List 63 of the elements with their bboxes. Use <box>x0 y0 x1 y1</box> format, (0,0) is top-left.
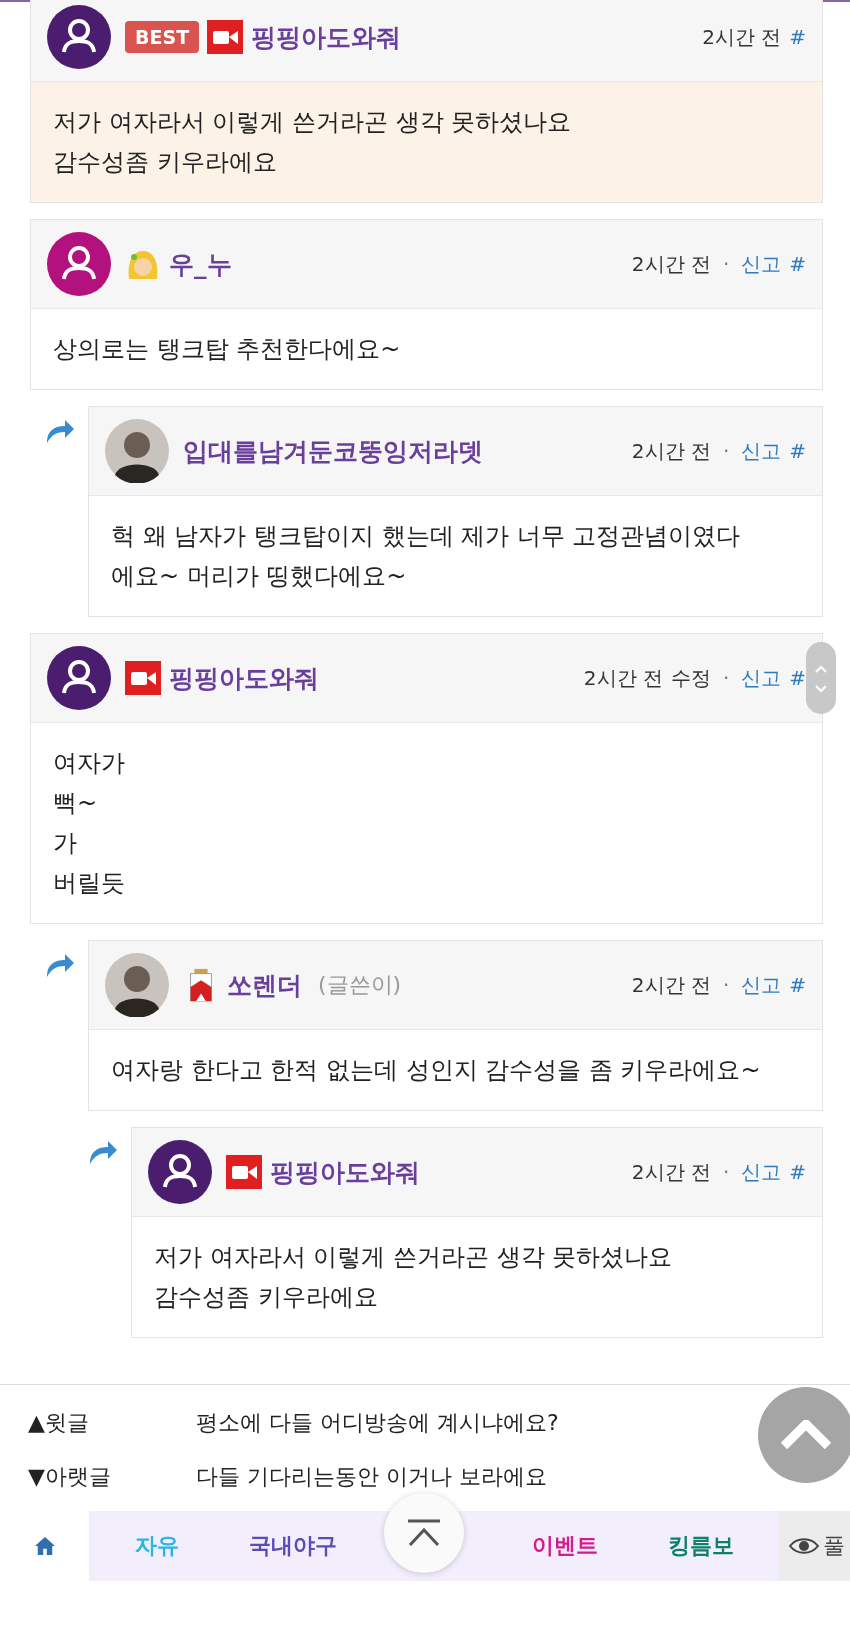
post-nav-label: ▲윗글 <box>28 1409 90 1437</box>
category-tab[interactable]: 이벤트 <box>497 1531 633 1561</box>
eye-icon <box>789 1536 819 1556</box>
username[interactable]: 우_누 <box>169 247 232 281</box>
username[interactable]: 핑핑아도와줘 <box>169 661 319 695</box>
username[interactable]: 입대를남겨둔코뚱잉저라뎃 <box>183 434 483 468</box>
comment-text: 저가 여자라서 이렇게 쓴거라곤 생각 못하셨나요 <box>53 107 573 138</box>
separator-dot: · <box>721 666 731 690</box>
edit-link[interactable]: 수정 <box>670 664 711 692</box>
username[interactable]: 핑핑아도와줘 <box>270 1155 420 1189</box>
anchor-link[interactable]: # <box>789 666 806 690</box>
comment-text: 저가 여자라서 이렇게 쓴거라곤 생각 못하셨나요 <box>154 1242 674 1273</box>
timestamp: 2시간 전 <box>702 23 782 51</box>
home-icon <box>33 1536 56 1556</box>
report-link[interactable]: 신고 <box>741 437 782 465</box>
comment-text: 버릴듯 <box>53 868 126 899</box>
best-badge: BEST <box>125 21 200 53</box>
chevron-up-icon <box>780 1420 832 1450</box>
username[interactable]: 쏘렌더 <box>227 968 302 1002</box>
comment-text: 여자가 <box>53 748 126 779</box>
timestamp: 2시간 전 <box>631 1158 711 1186</box>
post-title-link[interactable]: 다들 기다리는동안 이거나 보라에요 <box>196 1459 547 1495</box>
timestamp: 2시간 전 <box>583 664 663 692</box>
comment-text: 여자랑 한다고 한적 없는데 성인지 감수성을 좀 키우라에요~ <box>111 1055 762 1086</box>
timestamp: 2시간 전 <box>631 250 711 278</box>
anchor-link[interactable]: # <box>789 25 806 49</box>
post-nav-label: ▼아랫글 <box>28 1463 112 1491</box>
avatar-icon <box>105 953 169 1017</box>
comment-text: 헉 왜 남자가 탱크탑이지 했는데 제가 너무 고정관념이였다 <box>111 521 742 552</box>
category-tab[interactable]: 국내야구 <box>225 1531 361 1561</box>
video-camera-icon <box>207 20 244 54</box>
report-link[interactable]: 신고 <box>741 971 782 999</box>
comment-text: 상의로는 탱크탑 추천한다에요~ <box>53 334 402 365</box>
separator-dot: · <box>721 439 731 463</box>
anchor-link[interactable]: # <box>789 439 806 463</box>
reply-arrow-icon <box>45 418 75 444</box>
more-tab-label: 풀 <box>823 1532 845 1560</box>
separator-dot: · <box>721 252 731 276</box>
comment-text: 감수성좀 키우라에요 <box>154 1282 379 1313</box>
video-camera-icon <box>226 1155 262 1189</box>
comment-text: 가 <box>53 828 78 859</box>
video-camera-icon <box>125 661 161 695</box>
scroll-handle[interactable] <box>806 642 836 714</box>
anchor-link[interactable]: # <box>789 252 806 276</box>
reply-arrow-icon <box>45 952 75 978</box>
anchor-link[interactable]: # <box>789 1160 806 1184</box>
separator-dot: · <box>721 1160 731 1184</box>
username[interactable]: 핑핑아도와줘 <box>251 20 402 54</box>
avatar-icon <box>105 419 169 483</box>
comment-text: 에요~ 머리가 띵했다에요~ <box>111 561 408 592</box>
category-tab[interactable]: 킹름보 <box>633 1531 769 1561</box>
author-tag: (글쓴이) <box>318 970 402 1000</box>
timestamp: 2시간 전 <box>631 437 711 465</box>
report-link[interactable]: 신고 <box>741 250 782 278</box>
separator-dot: · <box>721 973 731 997</box>
timestamp: 2시간 전 <box>631 971 711 999</box>
anchor-link[interactable]: # <box>789 973 806 997</box>
comment-text: 뻑~ <box>53 788 99 819</box>
reply-arrow-icon <box>88 1139 118 1165</box>
post-title-link[interactable]: 평소에 다들 어디방송에 계시냐에요? <box>196 1405 559 1441</box>
report-link[interactable]: 신고 <box>741 664 782 692</box>
comment-text: 감수성좀 키우라에요 <box>53 147 278 178</box>
report-link[interactable]: 신고 <box>741 1158 782 1186</box>
